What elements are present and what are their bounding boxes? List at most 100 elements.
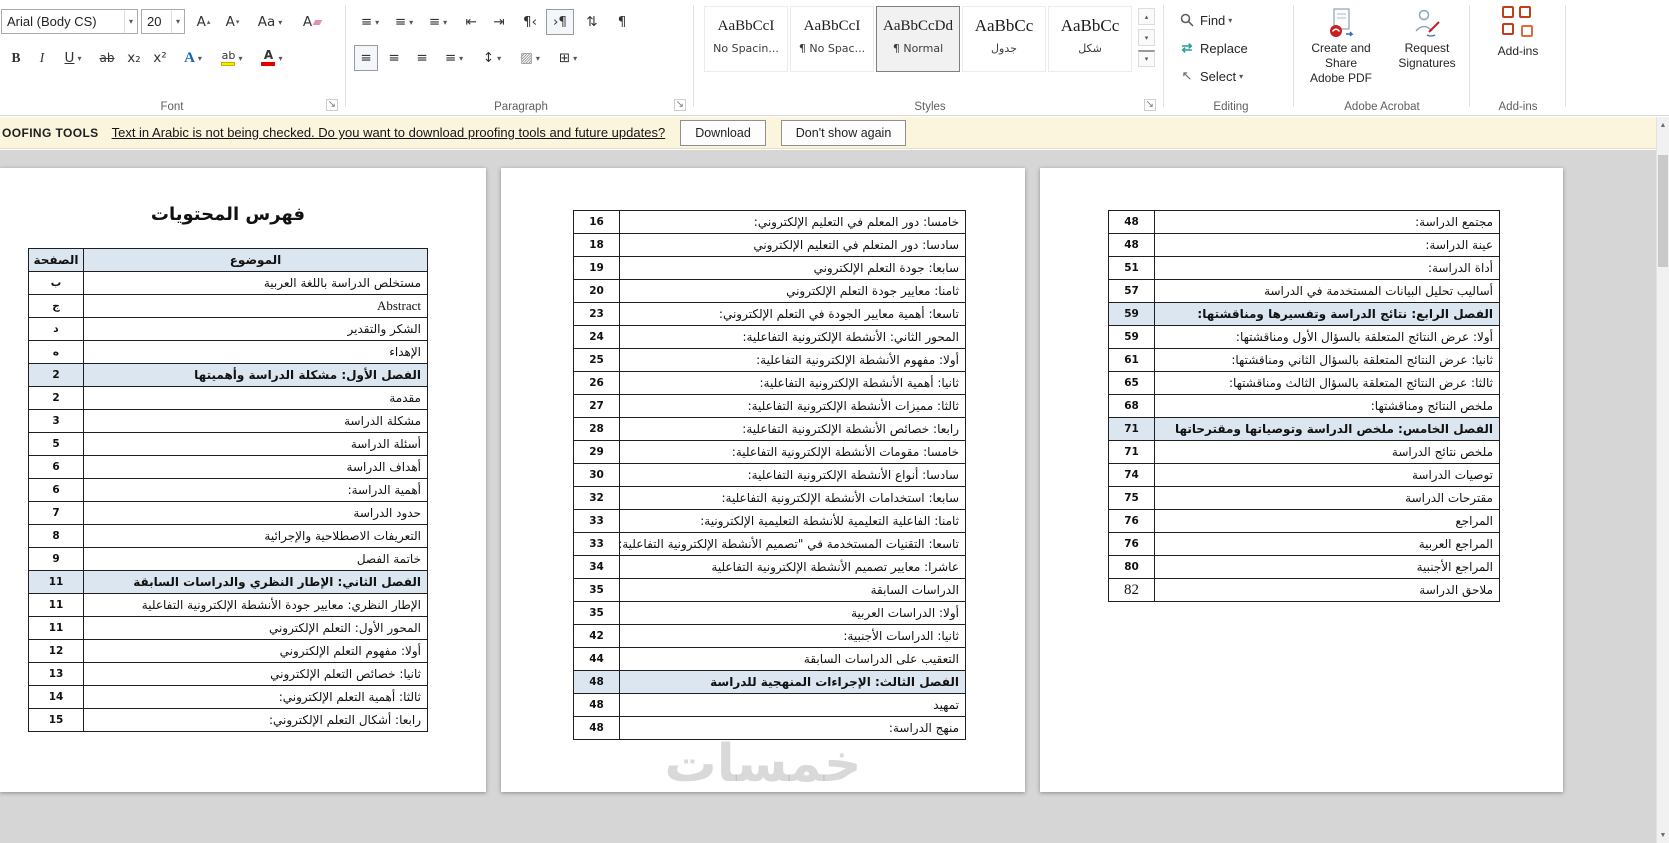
toc-topic[interactable]: ثامنا: معايير جودة التعلم الإلكتروني: [619, 279, 966, 303]
toc-topic[interactable]: سابعا: جودة التعلم الإلكتروني: [619, 256, 966, 280]
toc-page-number[interactable]: 76: [1108, 509, 1155, 533]
font-name-select[interactable]: Arial (Body CS) ▾: [1, 9, 138, 34]
toc-page-number[interactable]: 2: [28, 386, 84, 410]
show-formatting-marks-button[interactable]: ¶: [610, 9, 634, 35]
toc-topic[interactable]: عينة الدراسة:: [1154, 233, 1500, 257]
toc-page-number[interactable]: 68: [1108, 394, 1155, 418]
toc-page-number[interactable]: 51: [1108, 256, 1155, 280]
toc-topic[interactable]: أسئلة الدراسة: [83, 432, 428, 456]
toc-topic[interactable]: خامسا: دور المعلم في التعليم الإلكتروني:: [619, 210, 966, 234]
toc-page-number[interactable]: 18: [573, 233, 620, 257]
toc-page-number[interactable]: 8: [28, 524, 84, 548]
toc-page-number[interactable]: 29: [573, 440, 620, 464]
align-right-button[interactable]: ≡: [354, 45, 378, 71]
align-center-button[interactable]: ≡: [382, 45, 406, 71]
decrease-indent-button[interactable]: ⇤: [458, 9, 484, 35]
toc-topic[interactable]: الفصل الثاني: الإطار النظري والدراسات ال…: [83, 570, 428, 594]
document-page-1[interactable]: فهرس المحتويات الصفحة الموضوع ب مستخلص ال…: [0, 168, 486, 792]
font-dialog-launcher[interactable]: ↘: [325, 99, 338, 111]
toc-topic[interactable]: Abstract: [83, 294, 428, 318]
toc-topic[interactable]: سابعا: استخدامات الأنشطة الإلكترونية الت…: [619, 486, 966, 510]
styles-scroll-down-button[interactable]: ▾: [1138, 29, 1155, 46]
italic-button[interactable]: I: [30, 45, 54, 71]
toc-page-number[interactable]: ج: [28, 294, 84, 318]
toc-topic[interactable]: رابعا: أشكال التعلم الإلكتروني:: [83, 708, 428, 732]
toc-topic[interactable]: أولا: الدراسات العربية: [619, 601, 966, 625]
multilevel-list-button[interactable]: ≡ ▾: [422, 9, 454, 35]
toc-topic[interactable]: المراجع الأجنبية: [1154, 555, 1500, 579]
toc-page-number[interactable]: 48: [573, 716, 620, 740]
toc-page-number[interactable]: 23: [573, 302, 620, 326]
toc-page-number[interactable]: 44: [573, 647, 620, 671]
replace-button[interactable]: ⇄ Replace: [1178, 36, 1248, 60]
increase-indent-button[interactable]: ⇥: [486, 9, 512, 35]
toc-topic[interactable]: تاسعا: أهمية معايير الجودة في التعلم الإ…: [619, 302, 966, 326]
toc-page-number[interactable]: 59: [1108, 325, 1155, 349]
style-shakl[interactable]: AaBbCc شكل: [1048, 6, 1132, 72]
toc-page-number[interactable]: 2: [28, 363, 84, 387]
toc-page-number[interactable]: 25: [573, 348, 620, 372]
toc-topic[interactable]: ثالثا: أهمية التعلم الإلكتروني:: [83, 685, 428, 709]
toc-topic[interactable]: ثامنا: الفاعلية التعليمية للأنشطة التعلي…: [619, 509, 966, 533]
toc-topic[interactable]: ثالثا: مميزات الأنشطة الإلكترونية التفاع…: [619, 394, 966, 418]
toc-page-number[interactable]: 6: [28, 478, 84, 502]
align-left-button[interactable]: ≡: [410, 45, 434, 71]
vertical-scrollbar[interactable]: ▲ ▼: [1656, 117, 1669, 843]
dont-show-again-button[interactable]: Don't show again: [780, 119, 907, 146]
borders-button[interactable]: ⊞ ▾: [552, 45, 584, 71]
highlight-color-button[interactable]: ab ▾: [214, 45, 250, 71]
toc-page-number[interactable]: 11: [28, 593, 84, 617]
toc-page-number[interactable]: 57: [1108, 279, 1155, 303]
create-share-pdf-button[interactable]: Create and Share Adobe PDF: [1298, 4, 1384, 88]
toc-topic[interactable]: المحور الثاني: الأنشطة الإلكترونية التفا…: [619, 325, 966, 349]
scroll-up-arrow[interactable]: ▲: [1657, 117, 1669, 133]
font-size-select[interactable]: 20 ▾: [141, 9, 185, 34]
toc-page-number[interactable]: 11: [28, 570, 84, 594]
chevron-down-icon[interactable]: ▾: [123, 10, 137, 33]
toc-topic[interactable]: التعريفات الاصطلاحية والإجرائية: [83, 524, 428, 548]
toc-page-number[interactable]: ه: [28, 340, 84, 364]
toc-page-number[interactable]: 33: [573, 509, 620, 533]
toc-topic[interactable]: مجتمع الدراسة:: [1154, 210, 1500, 234]
toc-topic[interactable]: ثالثا: عرض النتائج المتعلقة بالسؤال الثا…: [1154, 371, 1500, 395]
styles-scroll-up-button[interactable]: ▴: [1138, 8, 1155, 25]
toc-topic[interactable]: الإطار النظري: معايير جودة الأنشطة الإلك…: [83, 593, 428, 617]
toc-page-number[interactable]: 48: [1108, 210, 1155, 234]
request-signatures-button[interactable]: Request Signatures: [1388, 4, 1466, 88]
styles-more-button[interactable]: ▾: [1138, 50, 1155, 67]
toc-topic[interactable]: تمهيد: [619, 693, 966, 717]
style-no-spacing-2[interactable]: AaBbCcI ¶ No Spac...: [790, 6, 874, 72]
toc-page-number[interactable]: 74: [1108, 463, 1155, 487]
shrink-font-button[interactable]: A ▾: [219, 9, 246, 35]
toc-topic[interactable]: مقدمة: [83, 386, 428, 410]
toc-page-number[interactable]: 48: [573, 693, 620, 717]
toc-topic[interactable]: أساليب تحليل البيانات المستخدمة في الدرا…: [1154, 279, 1500, 303]
text-effects-button[interactable]: A ▾: [176, 45, 210, 71]
toc-topic[interactable]: ثانيا: عرض النتائج المتعلقة بالسؤال الثا…: [1154, 348, 1500, 372]
toc-topic[interactable]: أولا: مفهوم الأنشطة الإلكترونية التفاعلي…: [619, 348, 966, 372]
underline-button[interactable]: U ▾: [56, 45, 90, 71]
toc-topic[interactable]: خامسا: مقومات الأنشطة الإلكترونية التفاع…: [619, 440, 966, 464]
toc-topic[interactable]: منهج الدراسة:: [619, 716, 966, 740]
toc-page-number[interactable]: 5: [28, 432, 84, 456]
toc-page-number[interactable]: 48: [573, 670, 620, 694]
bold-button[interactable]: B: [4, 45, 28, 71]
toc-page-number[interactable]: 35: [573, 578, 620, 602]
toc-topic[interactable]: سادسا: أنواع الأنشطة الإلكترونية التفاعل…: [619, 463, 966, 487]
toc-page-number[interactable]: 82: [1108, 578, 1155, 602]
toc-topic[interactable]: مشكلة الدراسة: [83, 409, 428, 433]
toc-page-number[interactable]: 80: [1108, 555, 1155, 579]
toc-topic[interactable]: ملاحق الدراسة: [1154, 578, 1500, 602]
toc-topic[interactable]: عاشرا: معايير تصميم الأنشطة الإلكترونية …: [619, 555, 966, 579]
justify-button[interactable]: ≡ ▾: [438, 45, 470, 71]
toc-topic[interactable]: أولا: مفهوم التعلم الإلكتروني: [83, 639, 428, 663]
toc-page-number[interactable]: 71: [1108, 440, 1155, 464]
toc-page-number[interactable]: 12: [28, 639, 84, 663]
font-color-button[interactable]: A ▾: [254, 45, 290, 71]
toc-topic[interactable]: مستخلص الدراسة باللغة العربية: [83, 271, 428, 295]
style-normal[interactable]: AaBbCcDd ¶ Normal: [876, 6, 960, 72]
toc-page-number[interactable]: ب: [28, 271, 84, 295]
toc-page-number[interactable]: 75: [1108, 486, 1155, 510]
toc-topic[interactable]: ملخص النتائج ومناقشتها:: [1154, 394, 1500, 418]
toc-page-number[interactable]: 24: [573, 325, 620, 349]
